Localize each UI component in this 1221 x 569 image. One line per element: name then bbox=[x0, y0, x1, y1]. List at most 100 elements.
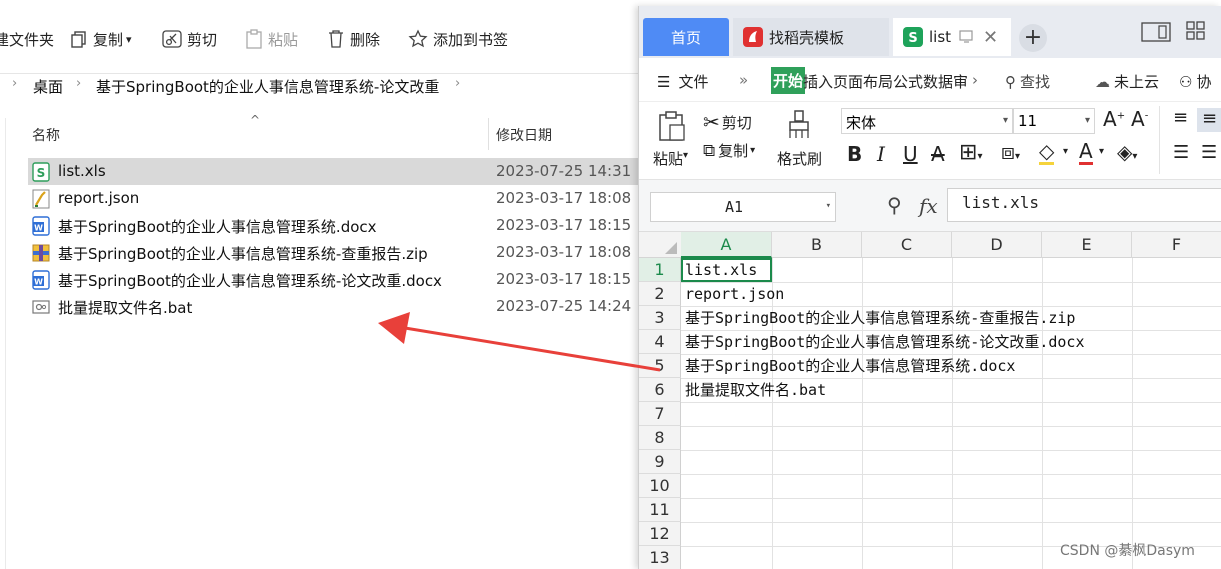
chevron-right-icon: › bbox=[12, 76, 18, 91]
breadcrumb-folder[interactable]: 基于SpringBoot的企业人事信息管理系统-论文改重 bbox=[96, 76, 439, 97]
font-color-icon[interactable]: A bbox=[1079, 140, 1093, 165]
breadcrumb-desktop[interactable]: 桌面 bbox=[33, 76, 63, 97]
column-header-e[interactable]: E bbox=[1042, 232, 1132, 258]
ribbon-home: 粘贴 ▾ ✂ 剪切 ⧉ 复制 ▾ 格式刷 宋体 ▾ 11 ▾ A+ A- B I U A ⊞… bbox=[639, 102, 1221, 180]
user-icon: ⚇ bbox=[1179, 73, 1193, 91]
fill-color-icon[interactable]: ◇ bbox=[1039, 140, 1055, 165]
cell-a4[interactable]: 基于SpringBoot的企业人事信息管理系统-论文改重.docx bbox=[685, 330, 1085, 354]
cell-a3[interactable]: 基于SpringBoot的企业人事信息管理系统-查重报告.zip bbox=[685, 306, 1075, 330]
select-all-icon[interactable] bbox=[665, 242, 677, 254]
menu-ribbon-tabs[interactable]: 插入页面布局公式数据审 bbox=[803, 71, 968, 92]
format-painter-label: 格式刷 bbox=[777, 150, 823, 168]
file-row[interactable]: S list.xls 2023-07-25 14:31 bbox=[28, 158, 660, 185]
delete-label: 删除 bbox=[350, 30, 381, 49]
tab-list[interactable]: S list ✕ bbox=[893, 18, 1011, 56]
file-row[interactable]: report.json 2023-03-17 18:08 bbox=[28, 185, 660, 212]
cell-a2[interactable]: report.json bbox=[685, 282, 784, 306]
explorer-toolbar: 建文件夹 复制 ▾ 剪切 粘贴 删除 添加到书签 bbox=[0, 0, 660, 74]
zoom-search-icon[interactable]: ⚲ bbox=[887, 193, 902, 217]
column-header-d[interactable]: D bbox=[952, 232, 1042, 258]
cell-a5[interactable]: 基于SpringBoot的企业人事信息管理系统.docx bbox=[685, 354, 1015, 378]
row-header[interactable]: 8 bbox=[639, 426, 681, 450]
add-bookmark-button[interactable]: 添加到书签 bbox=[408, 28, 508, 50]
row-header[interactable]: 1 bbox=[639, 258, 681, 282]
row-header[interactable]: 12 bbox=[639, 522, 681, 546]
paste-button[interactable]: 粘贴 ▾ bbox=[651, 108, 691, 172]
search-button[interactable]: ⚲ 查找 bbox=[1005, 71, 1050, 92]
bat-icon bbox=[32, 300, 50, 314]
column-header-name[interactable]: 名称 bbox=[32, 125, 60, 145]
copy-button[interactable]: ⧉ 复制 ▾ bbox=[703, 140, 755, 161]
align-top-icon[interactable]: ≡ bbox=[1173, 107, 1188, 128]
chevron-down-icon: ▾ bbox=[825, 201, 831, 211]
eraser-icon[interactable]: ◈▾ bbox=[1117, 140, 1137, 164]
decrease-font-icon[interactable]: A- bbox=[1131, 107, 1148, 131]
delete-button[interactable]: 删除 bbox=[327, 28, 380, 50]
row-header[interactable]: 13 bbox=[639, 546, 681, 569]
chevron-right-icon[interactable]: › bbox=[972, 71, 978, 89]
file-date: 2023-03-17 18:08 bbox=[496, 243, 632, 261]
collab-button[interactable]: ⚇ 协 bbox=[1179, 71, 1211, 92]
row-header[interactable]: 4 bbox=[639, 330, 681, 354]
row-header[interactable]: 3 bbox=[639, 306, 681, 330]
menu-start[interactable]: 开始 bbox=[771, 67, 806, 94]
row-header[interactable]: 2 bbox=[639, 282, 681, 306]
increase-font-icon[interactable]: A+ bbox=[1103, 107, 1125, 131]
file-menu[interactable]: ☰ 文件 bbox=[657, 71, 708, 92]
column-header-c[interactable]: C bbox=[862, 232, 952, 258]
row-header[interactable]: 5 bbox=[639, 354, 681, 378]
align-left-icon[interactable]: ☰ bbox=[1173, 142, 1189, 163]
cut-button[interactable]: ✂ 剪切 bbox=[703, 110, 752, 134]
paste-button[interactable]: 粘贴 bbox=[245, 28, 298, 50]
formula-input[interactable]: list.xls bbox=[947, 188, 1221, 222]
column-header-b[interactable]: B bbox=[772, 232, 862, 258]
row-header[interactable]: 6 bbox=[639, 378, 681, 402]
name-box[interactable]: A1 ▾ bbox=[650, 192, 836, 222]
cut-label: 剪切 bbox=[187, 30, 218, 49]
strikethrough-icon[interactable]: A bbox=[931, 142, 945, 166]
file-name: 基于SpringBoot的企业人事信息管理系统-查重报告.zip bbox=[58, 245, 428, 263]
row-header[interactable]: 9 bbox=[639, 450, 681, 474]
close-tab-icon[interactable]: ✕ bbox=[983, 27, 998, 48]
bold-icon[interactable]: B bbox=[847, 142, 862, 166]
tab-home[interactable]: 首页 bbox=[643, 18, 729, 56]
file-row[interactable]: W 基于SpringBoot的企业人事信息管理系统.docx 2023-03-1… bbox=[28, 212, 660, 239]
expand-menu-icon[interactable]: » bbox=[739, 71, 748, 89]
new-folder-button[interactable]: 建文件夹 bbox=[0, 28, 54, 50]
column-separator[interactable] bbox=[488, 118, 489, 150]
fx-icon[interactable]: fx bbox=[919, 194, 938, 218]
underline-icon[interactable]: U bbox=[903, 142, 918, 166]
column-header-date[interactable]: 修改日期 bbox=[496, 125, 552, 145]
copy-icon: ⧉ bbox=[703, 140, 716, 161]
column-header-f[interactable]: F bbox=[1132, 232, 1221, 258]
borders-icon[interactable]: ⊞▾ bbox=[959, 140, 982, 165]
font-name-select[interactable]: 宋体 ▾ bbox=[841, 108, 1013, 134]
align-center-icon[interactable]: ☰ bbox=[1201, 142, 1217, 163]
grid-row-line bbox=[681, 474, 1221, 475]
tab-template[interactable]: 找稻壳模板 bbox=[733, 18, 889, 56]
column-header-a[interactable]: A bbox=[681, 232, 772, 258]
format-painter-button[interactable]: 格式刷 bbox=[777, 108, 823, 172]
row-header[interactable]: 11 bbox=[639, 498, 681, 522]
cell-a6[interactable]: 批量提取文件名.bat bbox=[685, 378, 826, 402]
copy-button[interactable]: 复制 ▾ bbox=[70, 28, 132, 50]
row-header[interactable]: 10 bbox=[639, 474, 681, 498]
file-row[interactable]: W 基于SpringBoot的企业人事信息管理系统-论文改重.docx 2023… bbox=[28, 266, 660, 293]
row-header[interactable]: 7 bbox=[639, 402, 681, 426]
file-row[interactable]: 基于SpringBoot的企业人事信息管理系统-查重报告.zip 2023-03… bbox=[28, 239, 660, 266]
window-mode-icon[interactable] bbox=[1141, 22, 1171, 42]
font-size-select[interactable]: 11 ▾ bbox=[1013, 108, 1095, 134]
add-bookmark-label: 添加到书签 bbox=[433, 30, 509, 49]
file-row[interactable]: 批量提取文件名.bat 2023-07-25 14:24 bbox=[28, 293, 660, 320]
italic-icon[interactable]: I bbox=[877, 142, 885, 166]
cloud-button[interactable]: ☁ 未上云 bbox=[1095, 71, 1159, 92]
cut-label: 剪切 bbox=[721, 113, 752, 132]
cut-button[interactable]: 剪切 bbox=[162, 28, 217, 50]
merge-cells-icon[interactable]: ⧈▾ bbox=[1001, 140, 1020, 165]
align-middle-icon[interactable]: ≡ bbox=[1197, 108, 1221, 132]
new-tab-button[interactable]: + bbox=[1019, 24, 1047, 52]
active-cell-cursor[interactable] bbox=[681, 258, 772, 282]
grid-row-line bbox=[681, 426, 1221, 427]
copy-label: 复制 bbox=[718, 142, 749, 160]
apps-grid-icon[interactable] bbox=[1186, 21, 1206, 41]
